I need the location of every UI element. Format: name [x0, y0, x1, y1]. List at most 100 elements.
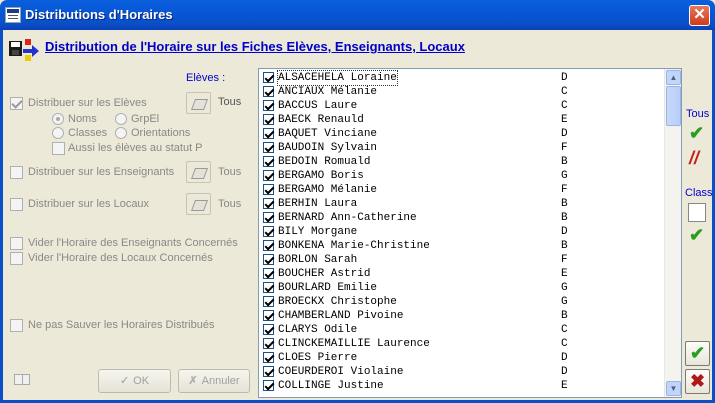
- student-name: BOUCHER Astrid: [278, 268, 371, 280]
- class-apply-check-icon[interactable]: ✔: [689, 225, 704, 246]
- radio-noms[interactable]: [52, 113, 64, 125]
- row-checkbox[interactable]: [263, 240, 274, 251]
- list-item[interactable]: BONKENA Marie-Christine B: [261, 239, 665, 253]
- row-checkbox[interactable]: [263, 86, 274, 97]
- select-enseignants-button[interactable]: [186, 161, 211, 183]
- distribuer-eleves-checkbox[interactable]: [10, 97, 23, 110]
- list-item[interactable]: ANCIAUX Mélanie C: [261, 85, 665, 99]
- student-class: C: [561, 338, 568, 350]
- select-all-check-icon[interactable]: ✔: [689, 123, 704, 144]
- list-item[interactable]: BERGAMO Boris G: [261, 169, 665, 183]
- confirm-button[interactable]: ✔: [685, 341, 710, 366]
- row-checkbox[interactable]: [263, 128, 274, 139]
- list-item[interactable]: BERNARD Ann-Catherine B: [261, 211, 665, 225]
- list-item[interactable]: CLOES Pierre D: [261, 351, 665, 365]
- row-checkbox[interactable]: [263, 212, 274, 223]
- student-list[interactable]: ALSACEHELA Loraine D ANCIAUX Mélanie C BACCU…: [258, 68, 682, 398]
- row-checkbox[interactable]: [263, 184, 274, 195]
- vider-enseignants-checkbox[interactable]: [10, 237, 23, 250]
- row-checkbox[interactable]: [263, 380, 274, 391]
- scroll-down-button[interactable]: ▼: [666, 381, 681, 396]
- row-checkbox[interactable]: [263, 156, 274, 167]
- row-checkbox[interactable]: [263, 198, 274, 209]
- radio-orientations-label: Orientations: [131, 127, 191, 139]
- list-item[interactable]: BILY Morgane D: [261, 225, 665, 239]
- class-input[interactable]: [688, 203, 706, 222]
- student-class: B: [561, 240, 568, 252]
- book-icon[interactable]: [14, 374, 30, 385]
- list-item[interactable]: ALSACEHELA Loraine D: [261, 70, 665, 86]
- student-name: BOURLARD Emilie: [278, 282, 378, 294]
- student-name: BAUDOIN Sylvain: [278, 142, 378, 154]
- select-locaux-button[interactable]: [186, 193, 211, 215]
- list-item[interactable]: BEDOIN Romuald B: [261, 155, 665, 169]
- radio-classes-label: Classes: [68, 127, 108, 139]
- row-checkbox[interactable]: [263, 366, 274, 377]
- row-checkbox[interactable]: [263, 296, 274, 307]
- ok-button[interactable]: ✓ OK: [98, 369, 171, 393]
- list-item[interactable]: CLINCKEMAILLIE Laurence C: [261, 337, 665, 351]
- scroll-up-button[interactable]: ▲: [666, 70, 681, 85]
- row-checkbox[interactable]: [263, 114, 274, 125]
- student-class: E: [561, 114, 568, 126]
- row-checkbox[interactable]: [263, 100, 274, 111]
- vider-locaux-checkbox[interactable]: [10, 252, 23, 265]
- row-checkbox[interactable]: [263, 324, 274, 335]
- close-button[interactable]: ✕: [689, 5, 710, 26]
- vertical-scrollbar[interactable]: ▲ ▼: [664, 69, 681, 397]
- student-name: BACCUS Laure: [278, 100, 358, 112]
- distribuer-enseignants-checkbox[interactable]: [10, 166, 23, 179]
- student-class: D: [561, 72, 568, 84]
- list-item[interactable]: BROECKX Christophe G: [261, 295, 665, 309]
- annuler-button[interactable]: ✗ Annuler: [178, 369, 250, 393]
- student-name: BEDOIN Romuald: [278, 156, 371, 168]
- list-item[interactable]: BOUCHER Astrid E: [261, 267, 665, 281]
- ne-pas-sauver-checkbox[interactable]: [10, 319, 23, 332]
- list-item[interactable]: BORLON Sarah F: [261, 253, 665, 267]
- scroll-thumb[interactable]: [666, 86, 681, 126]
- eleves-label: Elèves :: [186, 72, 226, 84]
- check-icon: ✓: [119, 375, 130, 387]
- list-item[interactable]: COEURDEROI Violaine D: [261, 365, 665, 379]
- radio-orientations[interactable]: [115, 127, 127, 139]
- row-checkbox[interactable]: [263, 254, 274, 265]
- list-item[interactable]: BAECK Renauld E: [261, 113, 665, 127]
- list-item[interactable]: BAUDOIN Sylvain F: [261, 141, 665, 155]
- student-name: BERHIN Laura: [278, 198, 358, 210]
- list-item[interactable]: BOURLARD Emilie G: [261, 281, 665, 295]
- list-item[interactable]: CHAMBERLAND Pivoine B: [261, 309, 665, 323]
- list-item[interactable]: BERGAMO Mélanie F: [261, 183, 665, 197]
- student-name: BERGAMO Boris: [278, 170, 364, 182]
- row-checkbox[interactable]: [263, 352, 274, 363]
- list-item[interactable]: BAQUET Vinciane D: [261, 127, 665, 141]
- deselect-all-icon[interactable]: //: [689, 148, 699, 169]
- cancel-button[interactable]: ✖: [685, 369, 710, 394]
- student-name: BROECKX Christophe: [278, 296, 397, 308]
- list-item[interactable]: COLLINGE Justine E: [261, 379, 665, 393]
- distribuer-locaux-checkbox[interactable]: [10, 198, 23, 211]
- row-checkbox[interactable]: [263, 338, 274, 349]
- row-checkbox[interactable]: [263, 226, 274, 237]
- tous-right-label: Tous: [686, 108, 710, 120]
- student-name: CLARYS Odile: [278, 324, 358, 336]
- list-item[interactable]: CLARYS Odile C: [261, 323, 665, 337]
- list-item[interactable]: BACCUS Laure C: [261, 99, 665, 113]
- student-class: G: [561, 296, 568, 308]
- row-checkbox[interactable]: [263, 142, 274, 153]
- radio-grpel[interactable]: [115, 113, 127, 125]
- page-title[interactable]: Distribution de l'Horaire sur les Fiches…: [45, 39, 465, 54]
- radio-noms-label: Noms: [68, 113, 97, 125]
- student-name: BERGAMO Mélanie: [278, 184, 378, 196]
- student-class: B: [561, 212, 568, 224]
- row-checkbox[interactable]: [263, 268, 274, 279]
- row-checkbox[interactable]: [263, 170, 274, 181]
- tous-enseignants-label: Tous: [218, 166, 242, 178]
- select-eleves-button[interactable]: [186, 92, 211, 114]
- row-checkbox[interactable]: [263, 310, 274, 321]
- window-title: Distributions d'Horaires: [25, 7, 173, 22]
- row-checkbox[interactable]: [263, 282, 274, 293]
- aussi-statut-checkbox[interactable]: [52, 142, 65, 155]
- row-checkbox[interactable]: [263, 72, 274, 83]
- list-item[interactable]: BERHIN Laura B: [261, 197, 665, 211]
- radio-classes[interactable]: [52, 127, 64, 139]
